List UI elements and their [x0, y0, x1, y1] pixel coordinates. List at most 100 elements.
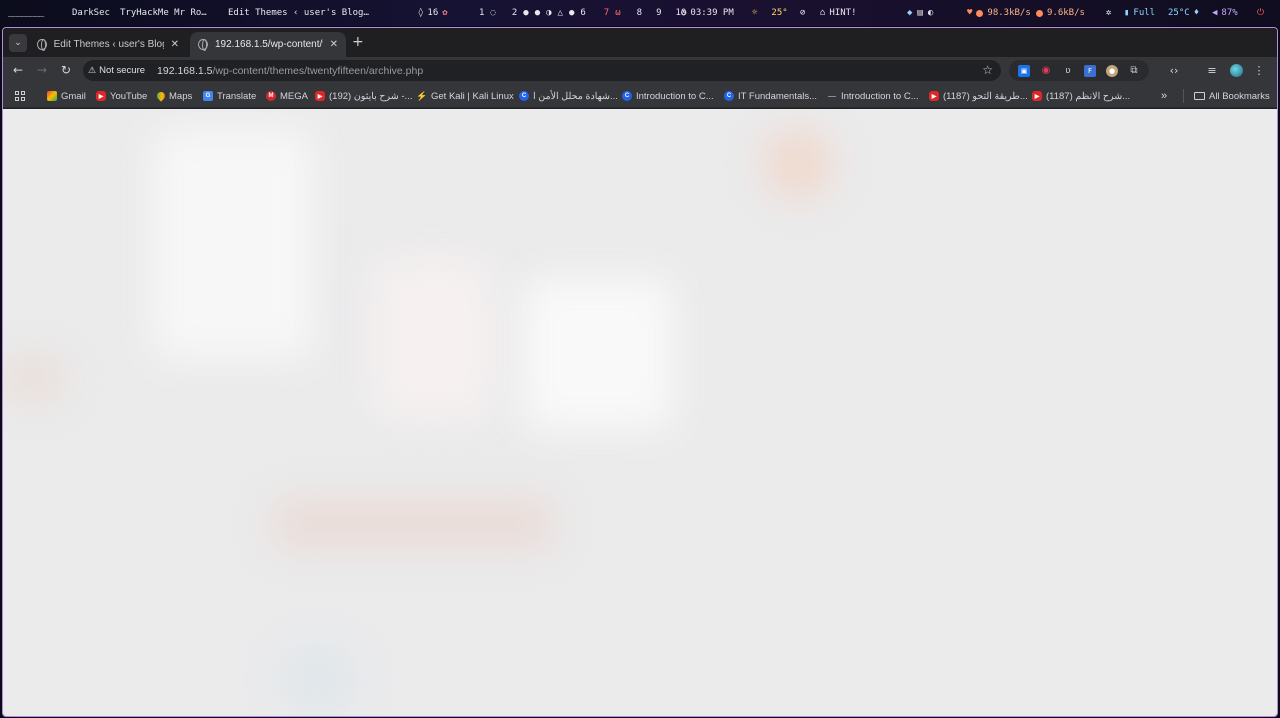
bookmark-gmail[interactable]: Gmail	[47, 89, 86, 103]
discord-icon: ω	[615, 8, 621, 18]
workspace-9[interactable]: 9	[656, 8, 661, 18]
bookmarks-overflow-button[interactable]: »	[1161, 89, 1167, 103]
background-blur	[3, 359, 63, 399]
forward-button[interactable]: →	[33, 61, 51, 79]
address-bar[interactable]: ⚠ Not secure 192.168.1.5/wp-content/them…	[83, 60, 1001, 81]
bookmark-star-icon[interactable]: ☆	[982, 63, 993, 77]
bookmark-coursera-security[interactable]: C شهادة محلل الأمن ا...	[519, 89, 618, 103]
coursera-icon: C	[724, 91, 734, 101]
discord-tray-icon[interactable]: ◐	[928, 8, 933, 18]
workspace-1[interactable]: 1	[479, 8, 484, 18]
devtools-button[interactable]: ‹›	[1165, 61, 1183, 79]
thermometer-icon: ♦	[1193, 8, 1200, 18]
workspace-8[interactable]: 8	[637, 8, 642, 18]
all-bookmarks-button[interactable]: All Bookmarks	[1183, 89, 1270, 103]
hint-button[interactable]: ⌂ HINT!	[820, 0, 857, 26]
profile-button[interactable]	[1227, 61, 1245, 79]
tab-archive-php[interactable]: 192.168.1.5/wp-content/the ✕	[190, 32, 346, 57]
system-bar: ________ DarkSec TryHackMe Mr Ro… Edit T…	[0, 0, 1280, 26]
workspace-list[interactable]: 1 ◌ 2 ● ● ◑ △ ● 6 7 ω 8 9 10	[479, 0, 686, 26]
window-title-2[interactable]: TryHackMe Mr Ro…	[120, 0, 207, 26]
tab-search-button[interactable]: ⌄	[9, 34, 27, 52]
apps-button[interactable]	[15, 89, 25, 103]
window-title-3[interactable]: Edit Themes ‹ user's Blog…	[228, 0, 369, 26]
volume-icon: ◀	[1212, 8, 1218, 18]
bookmark-intro-c[interactable]: — Introduction to C...	[827, 89, 919, 103]
new-tab-button[interactable]: +	[352, 34, 364, 50]
sun-icon: ☼	[752, 8, 758, 18]
url-host: 192.168.1.5	[157, 64, 213, 77]
net-down: ♥ 98.3kB/s	[967, 8, 1031, 18]
bookmark-coursera-intro[interactable]: C Introduction to C...	[622, 89, 714, 103]
bookmark-youtube[interactable]: ▶ YouTube	[96, 89, 147, 103]
bookmark-translate[interactable]: G Translate	[203, 89, 256, 103]
heart-icon: ♥	[967, 8, 973, 18]
extension-foxyproxy-icon[interactable]: F	[1084, 64, 1096, 77]
bookmarks-bar: Gmail ▶ YouTube Maps G Translate M MEGA …	[3, 84, 1277, 108]
bookmark-maps[interactable]: Maps	[155, 89, 192, 103]
settings-tray[interactable]: ✲	[1106, 0, 1111, 26]
arrow-right-icon: →	[36, 63, 48, 77]
extension-wappalyzer-icon[interactable]: ʋ	[1062, 65, 1074, 77]
extensions-group: ▣ ◉ ʋ F ● ⧉	[1009, 60, 1149, 81]
security-label: Not secure	[99, 65, 146, 76]
workspace-7[interactable]: 7	[604, 8, 609, 18]
battery: ▮ Full	[1124, 8, 1156, 18]
puzzle-icon[interactable]: ⧉	[1128, 65, 1140, 77]
network-icon[interactable]: ◆	[907, 8, 912, 18]
close-icon[interactable]: ✕	[171, 39, 179, 50]
github-icon: ●	[534, 8, 541, 18]
clock[interactable]: ◷ 03:39 PM	[681, 0, 734, 26]
tab-edit-themes[interactable]: Edit Themes ‹ user's Blog! — ✕	[29, 32, 187, 57]
weather[interactable]: ☼ 25°	[752, 0, 788, 26]
close-icon[interactable]: ✕	[330, 39, 338, 50]
youtube-icon: ▶	[1032, 91, 1042, 101]
tab-title: Edit Themes ‹ user's Blog! —	[53, 39, 164, 50]
menu-button[interactable]: ⋮	[1250, 61, 1268, 79]
kali-icon: ⚡	[416, 90, 428, 101]
bell-icon: ✿	[442, 8, 448, 18]
workspace-6[interactable]: 6	[580, 8, 585, 18]
bookmark-coursera-it[interactable]: C IT Fundamentals...	[724, 89, 817, 103]
site-info-chip[interactable]: ⚠ Not secure	[88, 65, 151, 76]
double-chevron-right-icon: »	[1161, 90, 1168, 102]
browser-window: ⌄ Edit Themes ‹ user's Blog! — ✕ 192.168…	[2, 27, 1278, 717]
page-content	[3, 109, 1277, 716]
warning-icon: ⚠	[88, 65, 97, 75]
app-icon: △	[557, 8, 563, 18]
reading-list-button[interactable]: ≡	[1203, 61, 1221, 79]
extension-cookie-icon[interactable]: ●	[1106, 64, 1118, 77]
chevron-down-icon: ⌄	[14, 38, 22, 48]
kali-icon: ◑	[546, 8, 552, 18]
youtube-icon: ▶	[929, 91, 939, 101]
apps-grid-icon	[15, 91, 25, 101]
avatar	[1229, 63, 1243, 77]
bookmark-youtube-systems[interactable]: ▶ (1187) شرح الانظم...	[1032, 89, 1130, 103]
extension-red-icon[interactable]: ◉	[1040, 65, 1052, 77]
privacy-toggle[interactable]: ⊘	[800, 0, 805, 26]
mega-icon: M	[266, 91, 276, 101]
power-icon: ⏻	[1257, 8, 1265, 18]
bookmark-kali[interactable]: ⚡ Get Kali | Kali Linux	[416, 89, 513, 103]
bookmark-youtube-method[interactable]: ▶ (1187) طريقة التحو...	[929, 89, 1028, 103]
reload-button[interactable]: ↻	[57, 61, 75, 79]
background-blur	[763, 129, 833, 199]
keyboard-icon[interactable]: ▤	[917, 8, 922, 18]
volume[interactable]: ◀ 87%	[1212, 0, 1238, 26]
back-button[interactable]: ←	[9, 61, 27, 79]
whatsapp-icon: ◌	[490, 8, 496, 18]
youtube-icon: ▶	[96, 91, 106, 101]
workspace-2[interactable]: 2	[512, 8, 517, 18]
power-button[interactable]: ⏻	[1257, 0, 1264, 26]
translate-icon: G	[203, 91, 213, 101]
upload-icon	[1036, 9, 1043, 17]
bookmark-youtube-python[interactable]: ▶ (192) شرح بايثون -...	[315, 89, 412, 103]
code-icon: ‹›	[1169, 63, 1179, 77]
notification-group[interactable]: ◊ 16 ✿	[418, 0, 448, 26]
extension-blue-icon[interactable]: ▣	[1018, 64, 1030, 77]
window-title-1[interactable]: DarkSec	[72, 0, 110, 26]
url-text[interactable]: 192.168.1.5/wp-content/themes/twentyfift…	[157, 65, 423, 77]
background-blur	[373, 259, 493, 419]
bookmark-mega[interactable]: M MEGA	[266, 89, 308, 103]
url-path: /wp-content/themes/twentyfifteen/archive…	[212, 64, 424, 77]
